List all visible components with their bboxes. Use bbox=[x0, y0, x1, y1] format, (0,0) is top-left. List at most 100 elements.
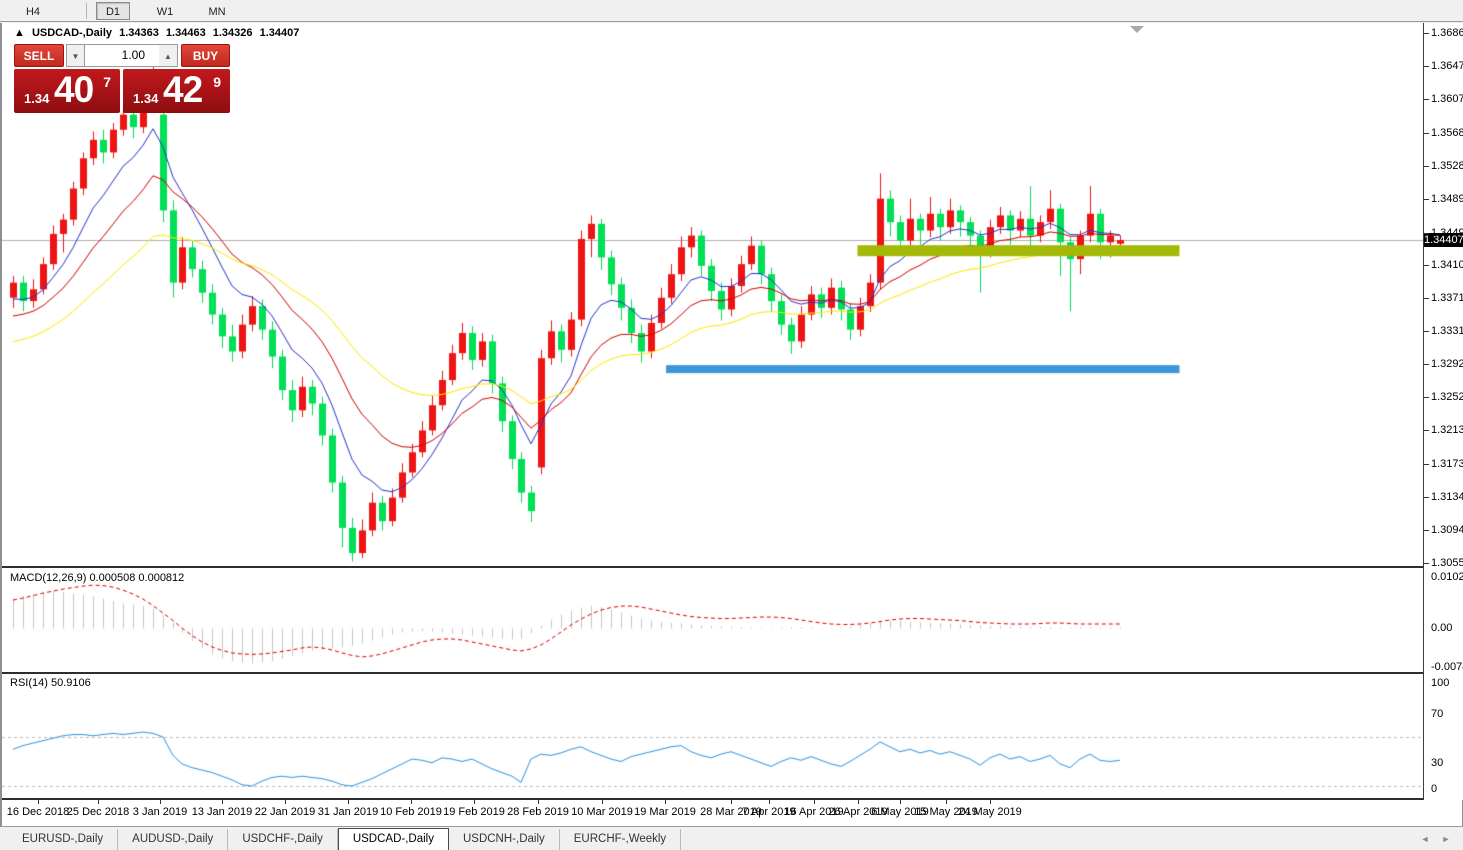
price-tick-mark bbox=[1424, 530, 1429, 531]
ohlc-high: 1.34463 bbox=[166, 27, 206, 39]
symbol-marker-icon: ▲ bbox=[14, 27, 25, 39]
price-tick-label: 1.30550 bbox=[1431, 557, 1463, 569]
time-tick-label: 19 Feb 2019 bbox=[443, 806, 505, 818]
time-tick-mark bbox=[858, 800, 859, 804]
price-tick-label: 1.30940 bbox=[1431, 524, 1463, 536]
tab-eurchf-weekly[interactable]: EURCHF-,Weekly bbox=[560, 829, 681, 850]
symbol-ohlc-line: ▲ USDCAD-,Daily 1.34363 1.34463 1.34326 … bbox=[14, 27, 303, 39]
chevron-down-icon: ▼ bbox=[72, 52, 80, 61]
indicator-tick-label: 0.010229 bbox=[1431, 571, 1463, 583]
chart-window: ▲ USDCAD-,Daily 1.34363 1.34463 1.34326 … bbox=[0, 23, 1463, 850]
sell-button[interactable]: SELL bbox=[14, 44, 64, 67]
price-tick-mark bbox=[1424, 265, 1429, 266]
time-tick-mark bbox=[285, 800, 286, 804]
indicator-tick-label: 30 bbox=[1431, 757, 1443, 769]
buy-button[interactable]: BUY bbox=[181, 44, 230, 67]
timeframe-w1-button[interactable]: W1 bbox=[148, 2, 182, 20]
sell-price-box[interactable]: 1.34 40 7 bbox=[14, 69, 120, 113]
volume-increase-button[interactable]: ▲ bbox=[159, 44, 178, 67]
price-tick-label: 1.34890 bbox=[1431, 193, 1463, 205]
sell-price-prefix: 1.34 bbox=[24, 91, 49, 106]
buy-price-big: 42 bbox=[163, 69, 202, 111]
toolbar-separator bbox=[86, 3, 87, 19]
timeframe-d1-button[interactable]: D1 bbox=[96, 2, 130, 20]
time-tick-mark bbox=[538, 800, 539, 804]
pane-separator[interactable] bbox=[2, 566, 1463, 568]
price-tick-label: 1.32520 bbox=[1431, 391, 1463, 403]
volume-decrease-button[interactable]: ▼ bbox=[66, 44, 85, 67]
chart-shift-marker-icon[interactable] bbox=[1130, 26, 1144, 33]
price-tick-label: 1.35280 bbox=[1431, 160, 1463, 172]
price-tick-mark bbox=[1424, 99, 1429, 100]
price-tick-label: 1.32920 bbox=[1431, 358, 1463, 370]
macd-label: MACD(12,26,9) 0.000508 0.000812 bbox=[10, 572, 184, 584]
time-tick-mark bbox=[990, 800, 991, 804]
price-tick-label: 1.31340 bbox=[1431, 491, 1463, 503]
tab-scroll-right-icon[interactable]: ► bbox=[1438, 832, 1454, 846]
timeframe-mn-button[interactable]: MN bbox=[200, 2, 234, 20]
time-tick-mark bbox=[38, 800, 39, 804]
price-tick-mark bbox=[1424, 66, 1429, 67]
price-tick-mark bbox=[1424, 133, 1429, 134]
time-tick-mark bbox=[222, 800, 223, 804]
indicator-tick-label: 0.00 bbox=[1431, 622, 1452, 634]
one-click-trading-panel: SELL ▼ 1.00 ▲ BUY 1.34 40 7 1.34 42 9 bbox=[14, 44, 230, 116]
tab-usdchf-daily[interactable]: USDCHF-,Daily bbox=[228, 829, 338, 850]
time-tick-label: 22 Jan 2019 bbox=[255, 806, 316, 818]
price-tick-label: 1.36070 bbox=[1431, 93, 1463, 105]
buy-price-box[interactable]: 1.34 42 9 bbox=[123, 69, 230, 113]
price-tick-label: 1.36860 bbox=[1431, 27, 1463, 39]
rsi-indicator-canvas[interactable] bbox=[2, 675, 1423, 797]
price-tick-mark bbox=[1424, 464, 1429, 465]
price-tick-mark bbox=[1424, 563, 1429, 564]
sell-price-pip: 7 bbox=[103, 74, 111, 90]
chevron-up-icon: ▲ bbox=[164, 52, 172, 61]
symbol-name: USDCAD-,Daily bbox=[32, 27, 112, 39]
time-tick-mark bbox=[602, 800, 603, 804]
price-tick-mark bbox=[1424, 33, 1429, 34]
price-tick-label: 1.35680 bbox=[1431, 127, 1463, 139]
volume-input[interactable]: 1.00 bbox=[84, 44, 159, 67]
price-tick-label: 1.32130 bbox=[1431, 424, 1463, 436]
tab-audusd-daily[interactable]: AUDUSD-,Daily bbox=[118, 829, 228, 850]
price-tick-mark bbox=[1424, 166, 1429, 167]
macd-indicator-canvas[interactable] bbox=[2, 569, 1423, 671]
price-tick-mark bbox=[1424, 331, 1429, 332]
indicator-tick-label: 70 bbox=[1431, 708, 1443, 720]
timeframe-h4-button[interactable]: H4 bbox=[16, 2, 50, 20]
pane-separator[interactable] bbox=[2, 672, 1463, 674]
time-tick-label: 28 Feb 2019 bbox=[507, 806, 569, 818]
time-tick-label: 10 Mar 2019 bbox=[571, 806, 633, 818]
time-tick-mark bbox=[769, 800, 770, 804]
price-tick-mark bbox=[1424, 397, 1429, 398]
price-tick-label: 1.33310 bbox=[1431, 325, 1463, 337]
chart-tab-bar: EURUSD-,Daily AUDUSD-,Daily USDCHF-,Dail… bbox=[0, 826, 1463, 850]
time-tick-mark bbox=[900, 800, 901, 804]
rsi-label: RSI(14) 50.9106 bbox=[10, 677, 91, 689]
price-tick-label: 1.31730 bbox=[1431, 458, 1463, 470]
indicator-tick-label: 100 bbox=[1431, 677, 1449, 689]
tab-scroll-left-icon[interactable]: ◄ bbox=[1417, 832, 1433, 846]
buy-price-prefix: 1.34 bbox=[133, 91, 158, 106]
price-tick-mark bbox=[1424, 233, 1429, 234]
buy-price-pip: 9 bbox=[213, 74, 221, 90]
price-tick-mark bbox=[1424, 430, 1429, 431]
ohlc-open: 1.34363 bbox=[119, 27, 159, 39]
time-axis[interactable]: 16 Dec 201825 Dec 20183 Jan 201913 Jan 2… bbox=[2, 800, 1423, 825]
sell-price-big: 40 bbox=[54, 69, 93, 111]
time-tick-label: 16 Dec 2018 bbox=[7, 806, 69, 818]
time-tick-mark bbox=[160, 800, 161, 804]
time-tick-mark bbox=[98, 800, 99, 804]
price-tick-mark bbox=[1424, 298, 1429, 299]
time-tick-mark bbox=[814, 800, 815, 804]
price-tick-label: 1.33710 bbox=[1431, 292, 1463, 304]
tab-usdcnh-daily[interactable]: USDCNH-,Daily bbox=[449, 829, 560, 850]
indicator-tick-label: -0.007477 bbox=[1431, 661, 1463, 673]
price-axis[interactable]: 1.34407 1.368601.364701.360701.356801.35… bbox=[1424, 23, 1463, 800]
time-tick-label: 13 Jan 2019 bbox=[192, 806, 253, 818]
indicator-tick-label: 0 bbox=[1431, 783, 1437, 795]
tab-eurusd-daily[interactable]: EURUSD-,Daily bbox=[8, 829, 118, 850]
tab-usdcad-daily[interactable]: USDCAD-,Daily bbox=[338, 828, 449, 850]
time-tick-label: 31 Jan 2019 bbox=[318, 806, 379, 818]
time-tick-label: 25 Dec 2018 bbox=[67, 806, 129, 818]
